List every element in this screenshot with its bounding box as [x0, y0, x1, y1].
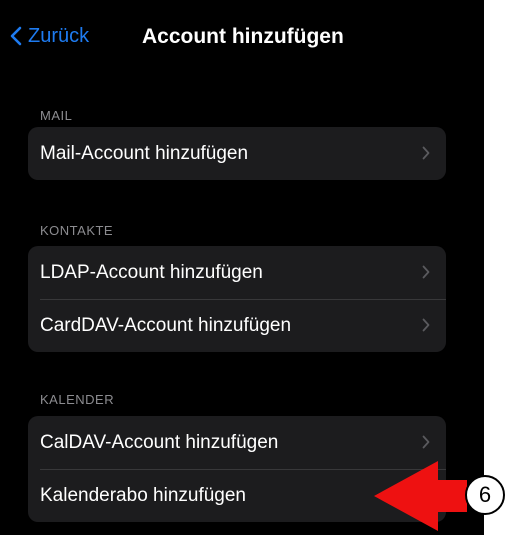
annotation-arrow-icon — [372, 459, 468, 533]
list-item-label: CalDAV-Account hinzufügen — [40, 431, 279, 453]
chevron-right-icon — [422, 265, 430, 279]
section-header-calendar: KALENDER — [40, 392, 115, 407]
chevron-right-icon — [422, 146, 430, 160]
list-item-label: Kalenderabo hinzufügen — [40, 484, 247, 506]
list-item-ldap-account[interactable]: LDAP-Account hinzufügen — [28, 246, 446, 299]
back-button[interactable]: Zurück — [10, 20, 89, 52]
back-button-label: Zurück — [28, 24, 90, 47]
chevron-left-icon — [10, 26, 22, 46]
list-item-label: CardDAV-Account hinzufügen — [40, 314, 292, 336]
section-header-contacts: KONTAKTE — [40, 223, 114, 238]
settings-screen: Zurück Account hinzufügen MAIL Mail-Acco… — [0, 0, 484, 535]
section-header-mail: MAIL — [40, 108, 73, 123]
list-item-label: LDAP-Account hinzufügen — [40, 261, 263, 283]
section-group-mail: Mail-Account hinzufügen — [28, 127, 446, 180]
chevron-right-icon — [422, 435, 430, 449]
chevron-right-icon — [422, 318, 430, 332]
section-group-contacts: LDAP-Account hinzufügen CardDAV-Account … — [28, 246, 446, 352]
list-item-carddav-account[interactable]: CardDAV-Account hinzufügen — [28, 299, 446, 352]
navigation-bar: Zurück Account hinzufügen — [0, 0, 484, 78]
list-item-mail-account[interactable]: Mail-Account hinzufügen — [28, 127, 446, 180]
list-item-label: Mail-Account hinzufügen — [40, 142, 249, 164]
page-title: Account hinzufügen — [142, 25, 344, 48]
step-number-badge: 6 — [465, 475, 505, 515]
